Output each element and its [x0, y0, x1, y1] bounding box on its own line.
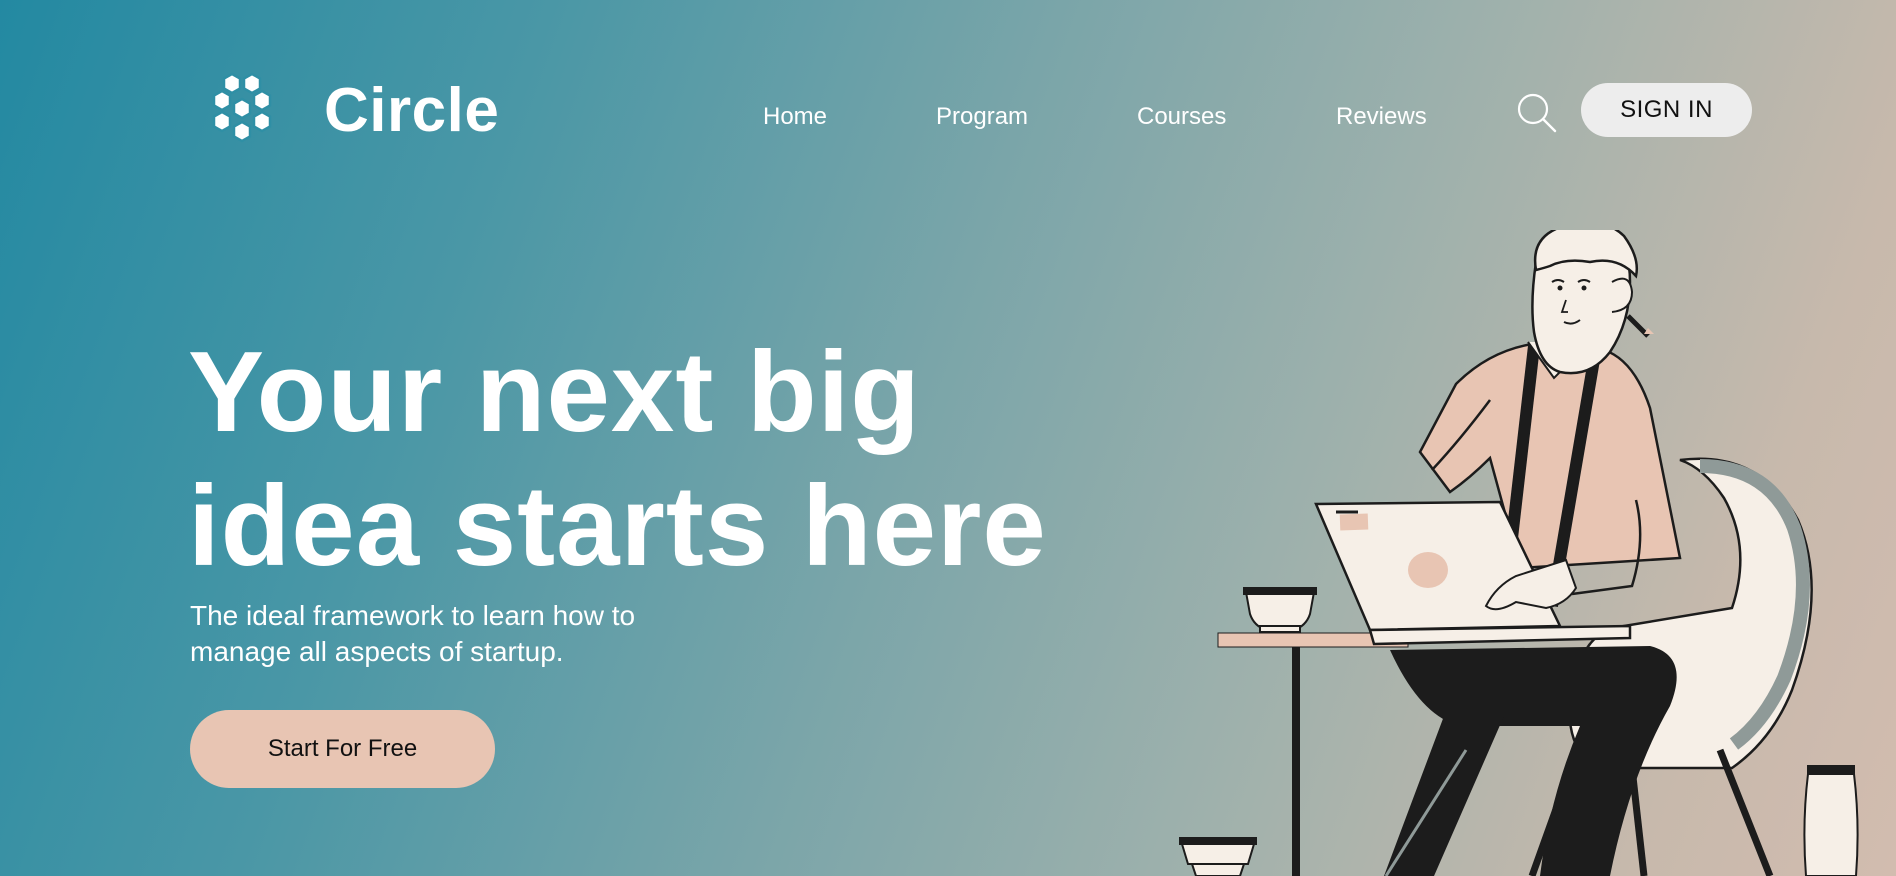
- search-icon: [1517, 93, 1557, 133]
- hero-subtitle: The ideal framework to learn how to mana…: [190, 598, 635, 670]
- nav-reviews[interactable]: Reviews: [1336, 100, 1427, 134]
- start-for-free-button[interactable]: Start For Free: [190, 710, 495, 788]
- floor-cup: [1179, 837, 1257, 876]
- hero-subtitle-line-2: manage all aspects of startup.: [190, 636, 564, 667]
- hero-headline-line-1: Your next big: [188, 329, 921, 456]
- vase: [1803, 765, 1859, 876]
- nav-courses[interactable]: Courses: [1137, 100, 1226, 134]
- coffee-cup: [1243, 587, 1317, 633]
- hero-subtitle-line-1: The ideal framework to learn how to: [190, 600, 636, 631]
- nav-home[interactable]: Home: [763, 100, 827, 134]
- sign-in-button[interactable]: SIGN IN: [1581, 83, 1752, 137]
- hero-headline-line-2: idea starts here: [188, 463, 1047, 590]
- nav-program[interactable]: Program: [936, 100, 1028, 134]
- landing-page: Circle Home Program Courses Reviews SIGN…: [0, 0, 1896, 876]
- hero-headline: Your next big idea starts here: [188, 326, 1047, 594]
- person-with-laptop-illustration: [1179, 230, 1859, 876]
- search-button[interactable]: [1516, 92, 1558, 134]
